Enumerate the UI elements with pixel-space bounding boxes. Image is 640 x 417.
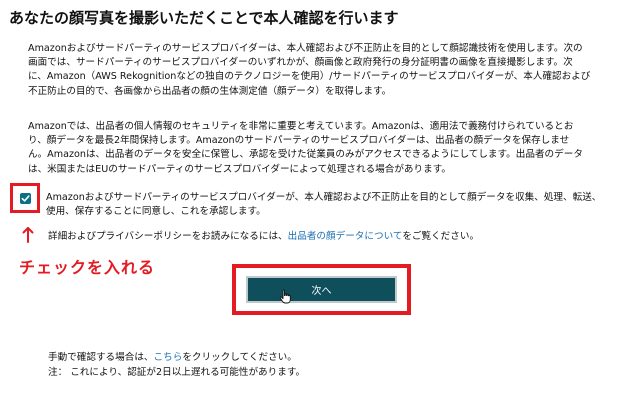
page-title: あなたの顔写真を撮影いただくことで本人確認を行います	[9, 9, 399, 27]
intro-paragraph: Amazonおよびサードパーティのサービスプロバイダーは、本人確認および不正防止…	[28, 42, 613, 99]
security-line: ん。Amazonは、出品者のデータを安全に保管し、承認を受けた従業員のみがアクセ…	[28, 149, 583, 161]
manual-here-link[interactable]: こちら	[154, 352, 183, 363]
button-highlight-frame: 次へ	[232, 264, 411, 315]
privacy-suffix: をご覧ください。	[402, 231, 480, 242]
manual-line: 手動で確認する場合は、こちらをクリックしてください。	[48, 350, 305, 365]
security-line: Amazonでは、出品者の個人情報のセキュリティを非常に重要と考えています。Am…	[28, 121, 574, 132]
checkbox-highlight-frame	[10, 183, 40, 213]
security-line: は、米国またはEUのサードパーティのサービスプロバイダーによって処理される場合が…	[28, 163, 451, 175]
consent-label[interactable]: Amazonおよびサードパーティのサービスプロバイダーが、本人確認および不正防止…	[46, 191, 616, 219]
manual-suffix: をクリックしてください。	[182, 352, 297, 363]
face-data-link[interactable]: 出品者の顔データについて	[288, 231, 403, 242]
manual-verification-text: 手動で確認する場合は、こちらをクリックしてください。 注： これにより、認証が2…	[48, 350, 305, 380]
manual-prefix: 手動で確認する場合は、	[48, 352, 154, 363]
intro-line: 不正防止の目的で、各画像から出品者の顔の生体測定値（顔データ）を取得します。	[28, 85, 392, 97]
manual-note: 注： これにより、認証が2日以上遅れる可能性があります。	[48, 367, 306, 378]
privacy-prefix: 詳細およびプライバシーポリシーをお読みになるには、	[48, 231, 288, 242]
up-arrow-icon	[22, 227, 34, 243]
annotation-check-instruction: チェックを入れる	[19, 258, 156, 277]
security-paragraph: Amazonでは、出品者の個人情報のセキュリティを非常に重要と考えています。Am…	[28, 120, 618, 177]
consent-checkbox[interactable]	[20, 193, 31, 204]
privacy-text: 詳細およびプライバシーポリシーをお読みになるには、出品者の顔データについてをご覧…	[48, 228, 479, 242]
security-line: り、顔データを最長2年間保持します。Amazonのサードパーティのサービスプロバ…	[28, 135, 570, 147]
next-button[interactable]: 次へ	[246, 276, 397, 303]
checkmark-icon	[21, 195, 30, 202]
intro-line: Amazonおよびサードパーティのサービスプロバイダーは、本人確認および不正防止…	[28, 43, 583, 54]
consent-line: 使用、保存することに同意し、これを承認します。	[46, 206, 266, 218]
intro-line: に、Amazon（AWS Rekognitionなどの独自のテクノロジーを使用）…	[28, 71, 591, 83]
consent-line: Amazonおよびサードパーティのサービスプロバイダーが、本人確認および不正防止…	[46, 192, 602, 203]
hand-cursor-icon	[279, 289, 291, 304]
intro-line: 画面では、サードパーティのサービスプロバイダーのいずれかが、顔画像と政府発行の身…	[28, 57, 573, 69]
